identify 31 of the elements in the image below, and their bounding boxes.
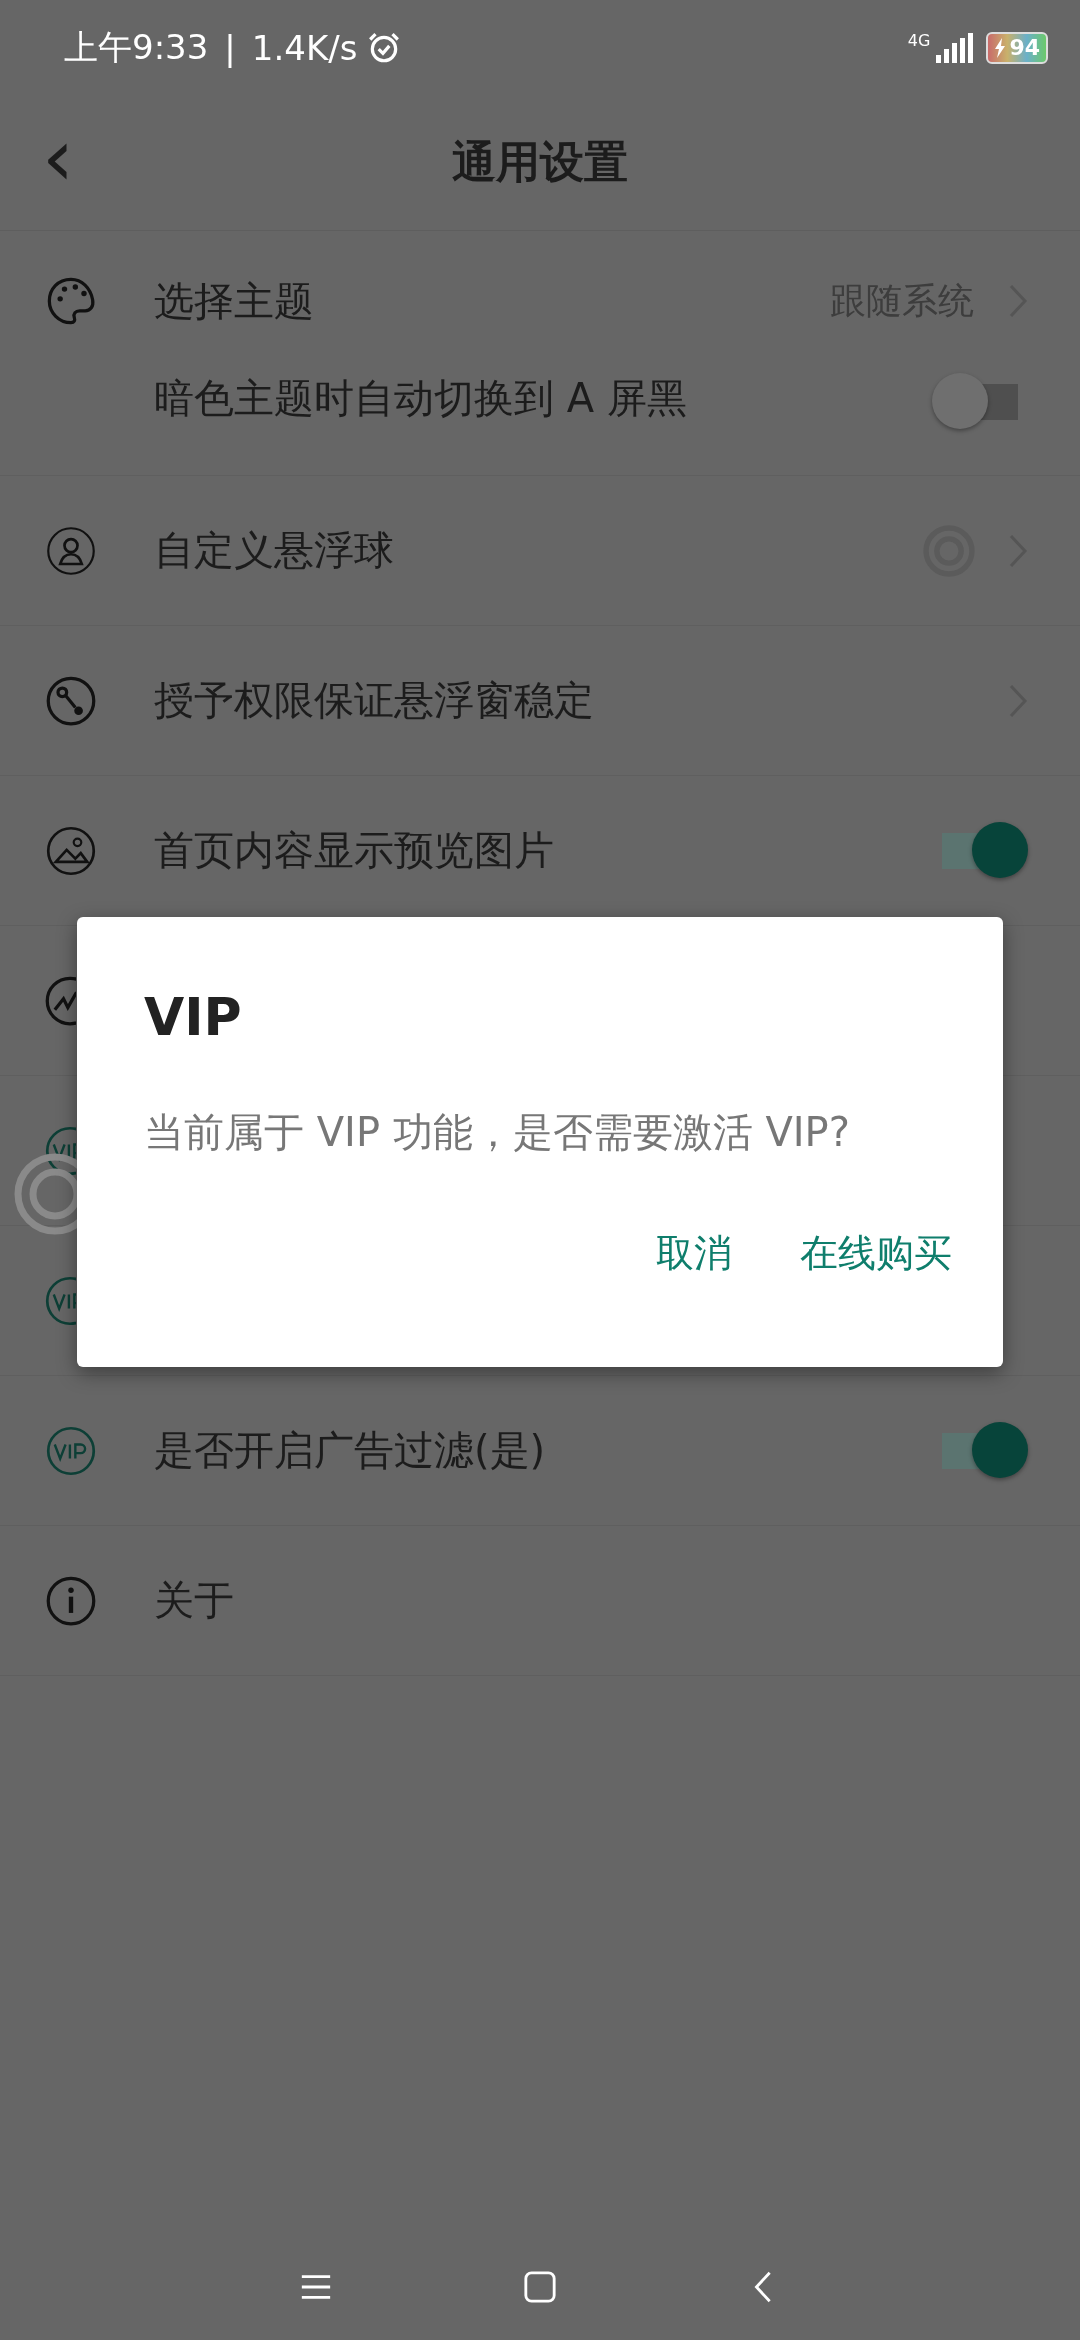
back-button[interactable]: ‹: [36, 123, 80, 193]
vip-icon: [44, 1274, 76, 1327]
vip-icon: [44, 1124, 76, 1177]
image-icon: [45, 824, 97, 877]
setting-label: 首页内容显示预览图片: [154, 826, 554, 875]
vip-icon: [45, 1424, 97, 1477]
setting-label: 自定义悬浮球: [154, 526, 394, 575]
dialog-button[interactable]: 在线购买: [786, 1218, 966, 1289]
alarm-icon: [367, 30, 402, 65]
page-title: 通用设置: [452, 135, 628, 189]
signal-icon: [934, 32, 975, 63]
setting-label: 关于: [154, 1576, 234, 1625]
home-icon[interactable]: [523, 2270, 557, 2304]
dialog-message: 当前属于 VIP 功能，是否需要激活 VIP?: [144, 1108, 851, 1157]
status-time: 上午9:33: [64, 25, 209, 69]
status-separator: |: [224, 27, 236, 68]
network-type: 4G: [907, 31, 931, 50]
setting-label: 授予权限保证悬浮窗稳定: [154, 676, 594, 725]
pulse-icon: [44, 974, 76, 1027]
charging-icon: [994, 37, 1007, 58]
link-icon: [45, 674, 97, 727]
dialog-title: VIP: [144, 987, 243, 1047]
info-icon: [45, 1574, 97, 1627]
battery-indicator: 94: [986, 31, 1048, 64]
dialog-button[interactable]: 取消: [642, 1218, 746, 1289]
setting-label: 是否开启广告过滤(是): [154, 1426, 546, 1475]
setting-label: 暗色主题时自动切换到 A 屏黑: [154, 374, 687, 423]
palette-icon: [45, 275, 97, 327]
setting-label: 选择主题: [154, 276, 314, 326]
network-speed: 1.4K/s: [251, 27, 358, 68]
person-icon: [45, 524, 97, 577]
